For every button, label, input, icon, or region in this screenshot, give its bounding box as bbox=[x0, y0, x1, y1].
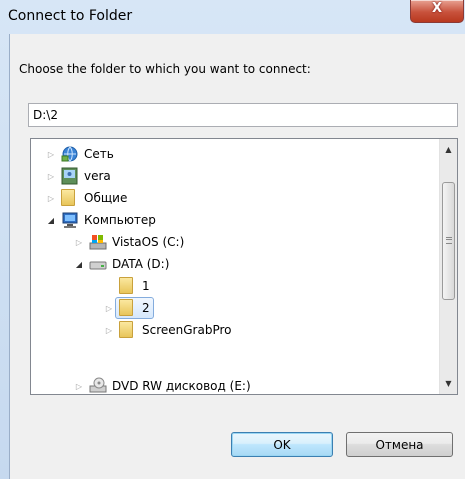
tree-item-label: 2 bbox=[142, 301, 150, 315]
expand-arrow-icon[interactable]: ▷ bbox=[73, 380, 85, 392]
tree-item-drive-e[interactable]: ▷ DVD RW дисковод (E:) bbox=[73, 375, 251, 394]
expand-arrow-icon[interactable]: ▷ bbox=[45, 170, 57, 182]
grip-icon bbox=[446, 237, 452, 244]
tree-item-label: Общие bbox=[84, 191, 128, 205]
tree-item-folder-screengrabpro[interactable]: ▷ ScreenGrabPro bbox=[103, 319, 232, 341]
vertical-scrollbar[interactable]: ▲ ▼ bbox=[439, 139, 457, 394]
window-title: Connect to Folder bbox=[8, 8, 133, 24]
scroll-down-arrow-icon[interactable]: ▼ bbox=[440, 375, 457, 392]
tree-item-label: VistaOS (C:) bbox=[112, 235, 185, 249]
expand-arrow-icon[interactable]: ▷ bbox=[103, 324, 115, 336]
collapse-arrow-icon[interactable]: ◢ bbox=[45, 214, 57, 226]
folder-icon bbox=[119, 277, 137, 295]
ok-button[interactable]: OK bbox=[231, 432, 333, 457]
tree-item-label: ScreenGrabPro bbox=[142, 323, 232, 337]
network-icon bbox=[61, 145, 79, 163]
tree-item-drive-d[interactable]: ◢ DATA (D:) bbox=[73, 253, 169, 275]
system-drive-icon bbox=[89, 233, 107, 251]
tree-item-label: Компьютер bbox=[84, 213, 156, 227]
tree-item-folder-1[interactable]: 1 bbox=[103, 275, 150, 297]
tree-item-network[interactable]: ▷ Сеть bbox=[45, 143, 114, 165]
tree-item-label: Сеть bbox=[84, 147, 114, 161]
expand-arrow-icon[interactable]: ▷ bbox=[103, 302, 115, 314]
close-button[interactable]: X bbox=[410, 0, 464, 23]
computer-icon bbox=[61, 211, 79, 229]
no-children-spacer bbox=[103, 280, 115, 292]
folder-icon bbox=[119, 321, 137, 339]
dvd-drive-icon bbox=[89, 377, 107, 394]
cancel-button[interactable]: Отмена bbox=[346, 432, 453, 457]
folder-icon bbox=[119, 299, 137, 317]
tree-item-label: 1 bbox=[142, 279, 150, 293]
folder-icon bbox=[61, 189, 79, 207]
title-bar[interactable]: Connect to Folder X bbox=[0, 0, 465, 34]
drive-icon bbox=[89, 255, 107, 273]
prompt-text: Choose the folder to which you want to c… bbox=[19, 62, 311, 76]
expand-arrow-icon[interactable]: ▷ bbox=[45, 192, 57, 204]
collapse-arrow-icon[interactable]: ◢ bbox=[73, 258, 85, 270]
selection-highlight: 2 bbox=[115, 297, 154, 319]
tree-item-label: DVD RW дисковод (E:) bbox=[112, 379, 251, 393]
folder-path-input[interactable] bbox=[28, 103, 458, 127]
tree-item-label: vera bbox=[84, 169, 111, 183]
scroll-up-arrow-icon[interactable]: ▲ bbox=[440, 141, 457, 158]
expand-arrow-icon[interactable]: ▷ bbox=[73, 236, 85, 248]
computer-user-icon bbox=[61, 167, 79, 185]
tree-item-drive-c[interactable]: ▷ VistaOS (C:) bbox=[73, 231, 184, 253]
tree-item-vera[interactable]: ▷ vera bbox=[45, 165, 111, 187]
tree-item-computer[interactable]: ◢ Компьютер bbox=[45, 209, 156, 231]
tree-item-folder-2[interactable]: ▷ 2 bbox=[103, 297, 154, 319]
folder-tree[interactable]: ▷ Сеть ▷ vera ▷ Общие ◢ Компьютер ▷ Vist… bbox=[30, 138, 458, 395]
dialog-window: Connect to Folder X Choose the folder to… bbox=[0, 0, 465, 479]
scrollbar-thumb[interactable] bbox=[442, 182, 455, 300]
tree-item-shared[interactable]: ▷ Общие bbox=[45, 187, 127, 209]
tree-item-label: DATA (D:) bbox=[112, 257, 170, 271]
close-icon: X bbox=[431, 1, 443, 16]
expand-arrow-icon[interactable]: ▷ bbox=[45, 148, 57, 160]
